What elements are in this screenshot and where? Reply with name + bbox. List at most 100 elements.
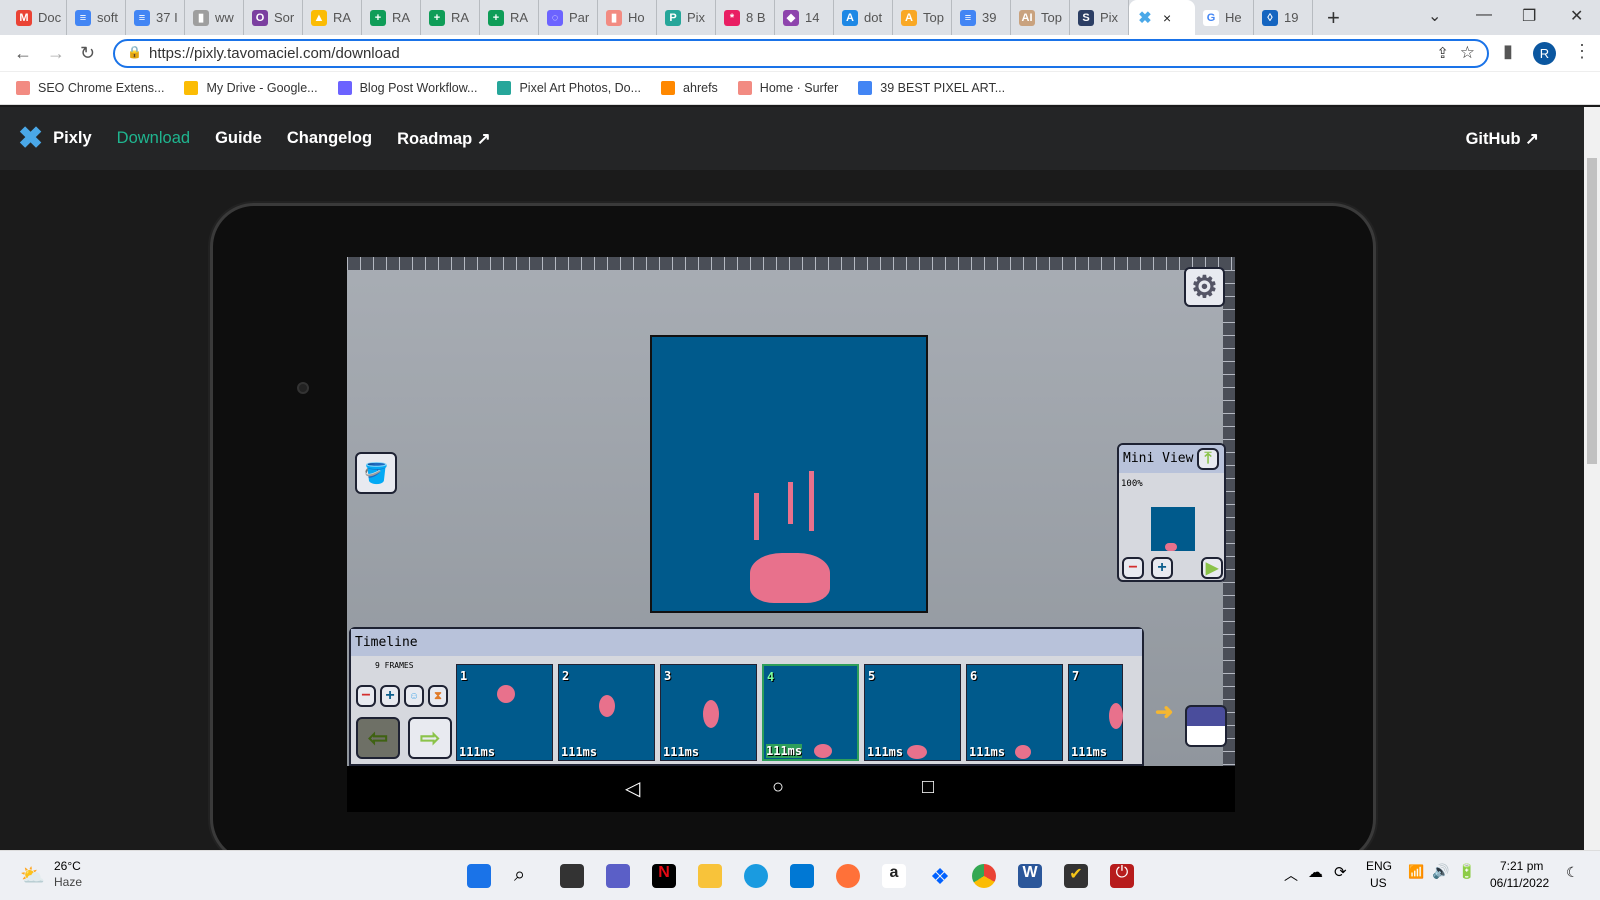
reload-icon[interactable]: ↻ [80, 43, 95, 64]
bookmark-item[interactable]: ahrefs [661, 81, 718, 95]
browser-tab[interactable]: A Top [893, 0, 952, 35]
settings-gear-icon[interactable]: ⚙ [1184, 267, 1225, 307]
edge-icon[interactable] [744, 864, 768, 888]
show-hidden-icons[interactable]: ︿ [1284, 865, 1298, 885]
share-icon[interactable]: ⇪ [1436, 44, 1449, 62]
color-swatch[interactable] [1185, 705, 1227, 747]
browser-tab[interactable]: ≡ 39 [952, 0, 1011, 35]
browser-tab[interactable]: P Pix [657, 0, 716, 35]
tools-bucket-icon[interactable]: 🪣 [355, 452, 397, 494]
timeline-frame[interactable]: 1 111ms [456, 664, 553, 761]
focus-moon-icon[interactable]: ☾ [1566, 864, 1579, 881]
mini-play-button[interactable]: ▶ [1201, 557, 1223, 579]
weather-temp[interactable]: 26°C [54, 859, 81, 873]
bookmark-item[interactable]: 39 BEST PIXEL ART... [858, 81, 1005, 95]
clock-time[interactable]: 7:21 pm [1500, 859, 1543, 873]
back-icon[interactable]: ← [14, 43, 32, 64]
store-icon[interactable] [790, 864, 814, 888]
bookmark-star-icon[interactable]: ☆ [1460, 43, 1475, 63]
task-view-icon[interactable] [560, 864, 584, 888]
maximize-button[interactable]: ❐ [1522, 6, 1536, 26]
scroll-arrow-icon[interactable]: ➜ [1155, 699, 1173, 725]
netflix-icon[interactable]: N [652, 864, 676, 888]
onion-skin-icon[interactable]: ☺ [404, 685, 424, 707]
battery-icon[interactable]: 🔋 [1458, 863, 1475, 880]
start-icon[interactable] [467, 864, 491, 888]
timeline-frame[interactable]: 2 111ms [558, 664, 655, 761]
timeline-frame[interactable]: 4 111ms [762, 664, 859, 761]
android-back-icon[interactable]: ◁ [625, 776, 640, 801]
browser-tab[interactable]: G He [1195, 0, 1254, 35]
mini-zoom-out-button[interactable]: − [1122, 557, 1144, 579]
prev-frame-button[interactable]: ⇦ [356, 717, 400, 759]
browser-tab[interactable]: ▮ Ho [598, 0, 657, 35]
browser-tab[interactable]: ◆ 14 [775, 0, 834, 35]
search-icon[interactable]: ⌕ [514, 864, 538, 888]
browser-tab[interactable]: AI Top [1011, 0, 1070, 35]
nav-github[interactable]: GitHub ↗ [1466, 129, 1539, 149]
browser-tab[interactable]: + RA [362, 0, 421, 35]
nav-changelog[interactable]: Changelog [287, 129, 372, 148]
dropbox-icon[interactable]: ❖ [928, 864, 952, 889]
browser-tab[interactable]: * 8 B [716, 0, 775, 35]
close-window-button[interactable]: ✕ [1570, 6, 1583, 26]
wifi-icon[interactable]: 📶 [1408, 864, 1424, 880]
browser-tab[interactable]: M Doc [8, 0, 67, 35]
bookmark-item[interactable]: Pixel Art Photos, Do... [497, 81, 641, 95]
timeline-frame[interactable]: 6 111ms [966, 664, 1063, 761]
forward-icon[interactable]: → [47, 43, 65, 64]
profile-avatar[interactable]: R [1533, 42, 1556, 65]
scrollbar-thumb[interactable] [1587, 158, 1597, 464]
region[interactable]: US [1370, 876, 1387, 890]
browser-tab[interactable]: + RA [421, 0, 480, 35]
language[interactable]: ENG [1366, 859, 1392, 873]
teams-icon[interactable] [606, 864, 630, 888]
minimize-button[interactable]: — [1476, 6, 1492, 24]
volume-icon[interactable]: 🔊 [1432, 863, 1449, 880]
frame-duration-hourglass-icon[interactable]: ⧗ [428, 685, 448, 707]
bookmark-item[interactable]: My Drive - Google... [184, 81, 318, 95]
power-app-icon[interactable]: ⏻ [1110, 864, 1134, 888]
address-bar[interactable]: 🔒 https://pixly.tavomaciel.com/download ⇪… [113, 39, 1489, 68]
browser-tab[interactable]: S Pix [1070, 0, 1129, 35]
delete-frame-button[interactable]: − [356, 685, 376, 707]
amazon-icon[interactable]: a [882, 864, 906, 888]
browser-tab[interactable]: O Sor [244, 0, 303, 35]
sync-icon[interactable]: ⟳ [1334, 863, 1347, 881]
timeline-frame[interactable]: 3 111ms [660, 664, 757, 761]
nav-guide[interactable]: Guide [215, 129, 262, 148]
onedrive-icon[interactable]: ☁ [1308, 863, 1323, 881]
pin-icon[interactable]: ⤒ [1197, 448, 1219, 470]
next-frame-button[interactable]: ⇨ [408, 717, 452, 759]
brand-link[interactable]: Pixly [53, 129, 92, 148]
browser-tab[interactable]: ▮ ww [185, 0, 244, 35]
timeline-frame[interactable]: 7 111ms [1068, 664, 1123, 761]
nav-roadmap[interactable]: Roadmap ↗ [397, 129, 491, 149]
chrome-icon[interactable] [972, 864, 996, 888]
timeline-frame[interactable]: 5 111ms [864, 664, 961, 761]
drawing-canvas[interactable] [650, 335, 928, 613]
menu-icon[interactable]: ⋮ [1573, 41, 1591, 62]
firefox-icon[interactable] [836, 864, 860, 888]
android-recents-icon[interactable]: □ [922, 776, 934, 799]
tab-search-icon[interactable]: ⌄ [1428, 6, 1441, 26]
browser-tab[interactable]: Adot [834, 0, 893, 35]
close-tab-icon[interactable]: × [1163, 10, 1171, 26]
new-tab-button[interactable]: + [1327, 5, 1340, 31]
file-explorer-icon[interactable] [698, 864, 722, 888]
android-home-icon[interactable]: ○ [772, 776, 784, 799]
bookmark-item[interactable]: Home · Surfer [737, 81, 838, 95]
browser-tab[interactable]: ≡ 37 I [126, 0, 185, 35]
active-browser-tab[interactable]: ✖ × [1129, 0, 1195, 35]
word-icon[interactable]: W [1018, 864, 1042, 888]
side-panel-icon[interactable]: ▮ [1503, 41, 1513, 62]
browser-tab[interactable]: ▲ RA [303, 0, 362, 35]
bookmark-item[interactable]: SEO Chrome Extens... [16, 81, 164, 95]
browser-tab[interactable]: ≡ soft [67, 0, 126, 35]
add-frame-button[interactable]: + [380, 685, 400, 707]
browser-tab[interactable]: + RA [480, 0, 539, 35]
clock-date[interactable]: 06/11/2022 [1490, 876, 1549, 890]
nav-download[interactable]: Download [117, 129, 190, 148]
todo-app-icon[interactable]: ✔ [1064, 864, 1088, 888]
browser-tab[interactable]: ◊ 19 [1254, 0, 1313, 35]
